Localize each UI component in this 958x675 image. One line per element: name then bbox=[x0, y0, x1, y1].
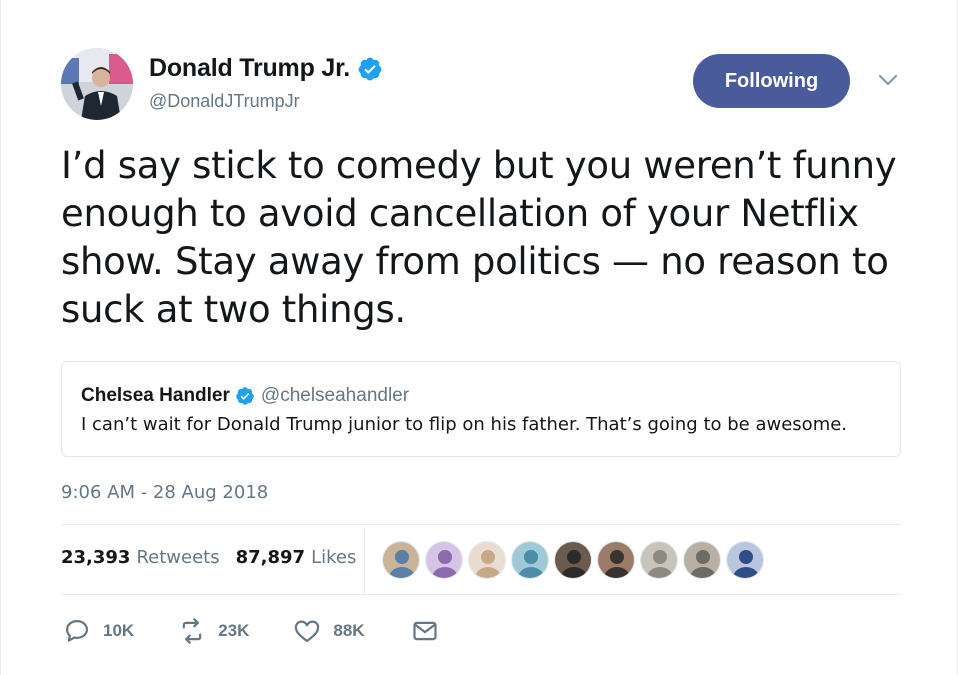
envelope-icon bbox=[412, 621, 437, 641]
retweet-count: 23K bbox=[218, 621, 250, 640]
likes-label: Likes bbox=[311, 547, 357, 568]
liker-avatar[interactable] bbox=[511, 541, 549, 579]
quoted-author-name: Chelsea Handler bbox=[81, 385, 230, 406]
user-photo-icon bbox=[61, 48, 133, 120]
tweet-stats: 23,393 Retweets 87,897 Likes bbox=[61, 547, 372, 568]
tweet-actions: 10K 23K 88K bbox=[63, 617, 439, 645]
direct-message-button[interactable] bbox=[411, 617, 439, 645]
user-photo-icon bbox=[469, 542, 505, 578]
author-handle[interactable]: @DonaldJTrumpJr bbox=[149, 91, 300, 112]
tweet-timestamp[interactable]: 9:06 AM - 28 Aug 2018 bbox=[61, 482, 268, 503]
retweets-label: Retweets bbox=[136, 547, 220, 568]
chevron-down-icon[interactable] bbox=[877, 72, 899, 88]
verified-badge-icon bbox=[358, 57, 382, 80]
liker-avatar[interactable] bbox=[683, 541, 721, 579]
user-photo-icon bbox=[512, 542, 548, 578]
divider bbox=[61, 524, 901, 525]
liker-avatar[interactable] bbox=[425, 541, 463, 579]
quoted-tweet-text: I can’t wait for Donald Trump junior to … bbox=[81, 414, 848, 435]
quoted-author-handle: @chelseahandler bbox=[260, 385, 410, 406]
divider bbox=[61, 594, 901, 595]
liker-avatar[interactable] bbox=[640, 541, 678, 579]
retweets-count: 23,393 bbox=[61, 547, 131, 568]
reply-count: 10K bbox=[103, 621, 135, 640]
user-photo-icon bbox=[684, 542, 720, 578]
likes-stat[interactable]: 87,897 Likes bbox=[236, 547, 357, 568]
retweets-stat[interactable]: 23,393 Retweets bbox=[61, 547, 220, 568]
quoted-tweet-header: Chelsea Handler @chelseahandler bbox=[81, 385, 409, 407]
user-photo-icon bbox=[383, 542, 419, 578]
liker-avatar[interactable] bbox=[554, 541, 592, 579]
liker-avatar[interactable] bbox=[468, 541, 506, 579]
heart-icon bbox=[295, 620, 320, 643]
following-button[interactable]: Following bbox=[693, 54, 850, 108]
author-avatar[interactable] bbox=[61, 48, 133, 120]
reply-button[interactable]: 10K bbox=[63, 617, 134, 645]
like-button[interactable]: 88K bbox=[293, 617, 365, 645]
liker-avatar[interactable] bbox=[382, 541, 420, 579]
verified-badge-icon bbox=[236, 387, 254, 405]
user-photo-icon bbox=[426, 542, 462, 578]
like-count: 88K bbox=[333, 621, 365, 640]
tweet-card: Donald Trump Jr. @DonaldJTrumpJr Followi… bbox=[0, 0, 958, 675]
retweet-icon bbox=[182, 618, 202, 644]
user-photo-icon bbox=[641, 542, 677, 578]
tweet-text: I’d say stick to comedy but you weren’t … bbox=[61, 144, 897, 331]
user-photo-icon bbox=[555, 542, 591, 578]
liker-avatar[interactable] bbox=[597, 541, 635, 579]
retweet-button[interactable]: 23K bbox=[178, 617, 249, 645]
quoted-tweet[interactable]: Chelsea Handler @chelseahandler I can’t … bbox=[61, 361, 901, 457]
reply-icon bbox=[65, 619, 89, 642]
author-name-row: Donald Trump Jr. bbox=[149, 54, 383, 83]
user-photo-icon bbox=[727, 542, 763, 578]
liker-avatars bbox=[382, 541, 769, 579]
user-photo-icon bbox=[598, 542, 634, 578]
stats-separator bbox=[364, 526, 365, 594]
liker-avatar[interactable] bbox=[726, 541, 764, 579]
likes-count: 87,897 bbox=[235, 547, 306, 568]
author-name[interactable]: Donald Trump Jr. bbox=[149, 54, 350, 83]
